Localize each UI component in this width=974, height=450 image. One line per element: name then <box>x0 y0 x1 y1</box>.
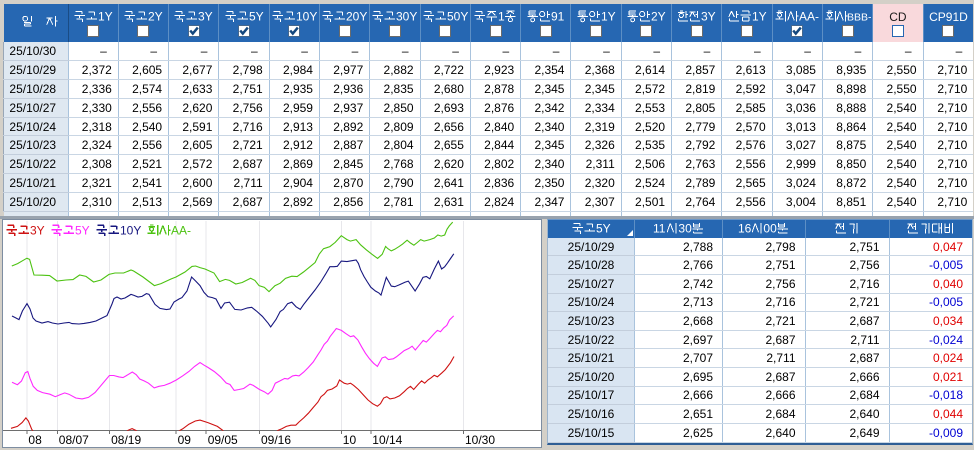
svg-text:AA-: AA- <box>171 224 191 237</box>
svg-text:16: 16 <box>738 222 752 235</box>
svg-text:5Y: 5Y <box>596 222 611 235</box>
svg-text:11: 11 <box>653 222 666 235</box>
svg-text:00: 00 <box>764 222 778 235</box>
svg-text:5Y: 5Y <box>75 224 90 237</box>
svg-text:30: 30 <box>678 222 692 235</box>
svg-text:10Y: 10Y <box>120 224 141 237</box>
svg-text:3Y: 3Y <box>30 224 45 237</box>
